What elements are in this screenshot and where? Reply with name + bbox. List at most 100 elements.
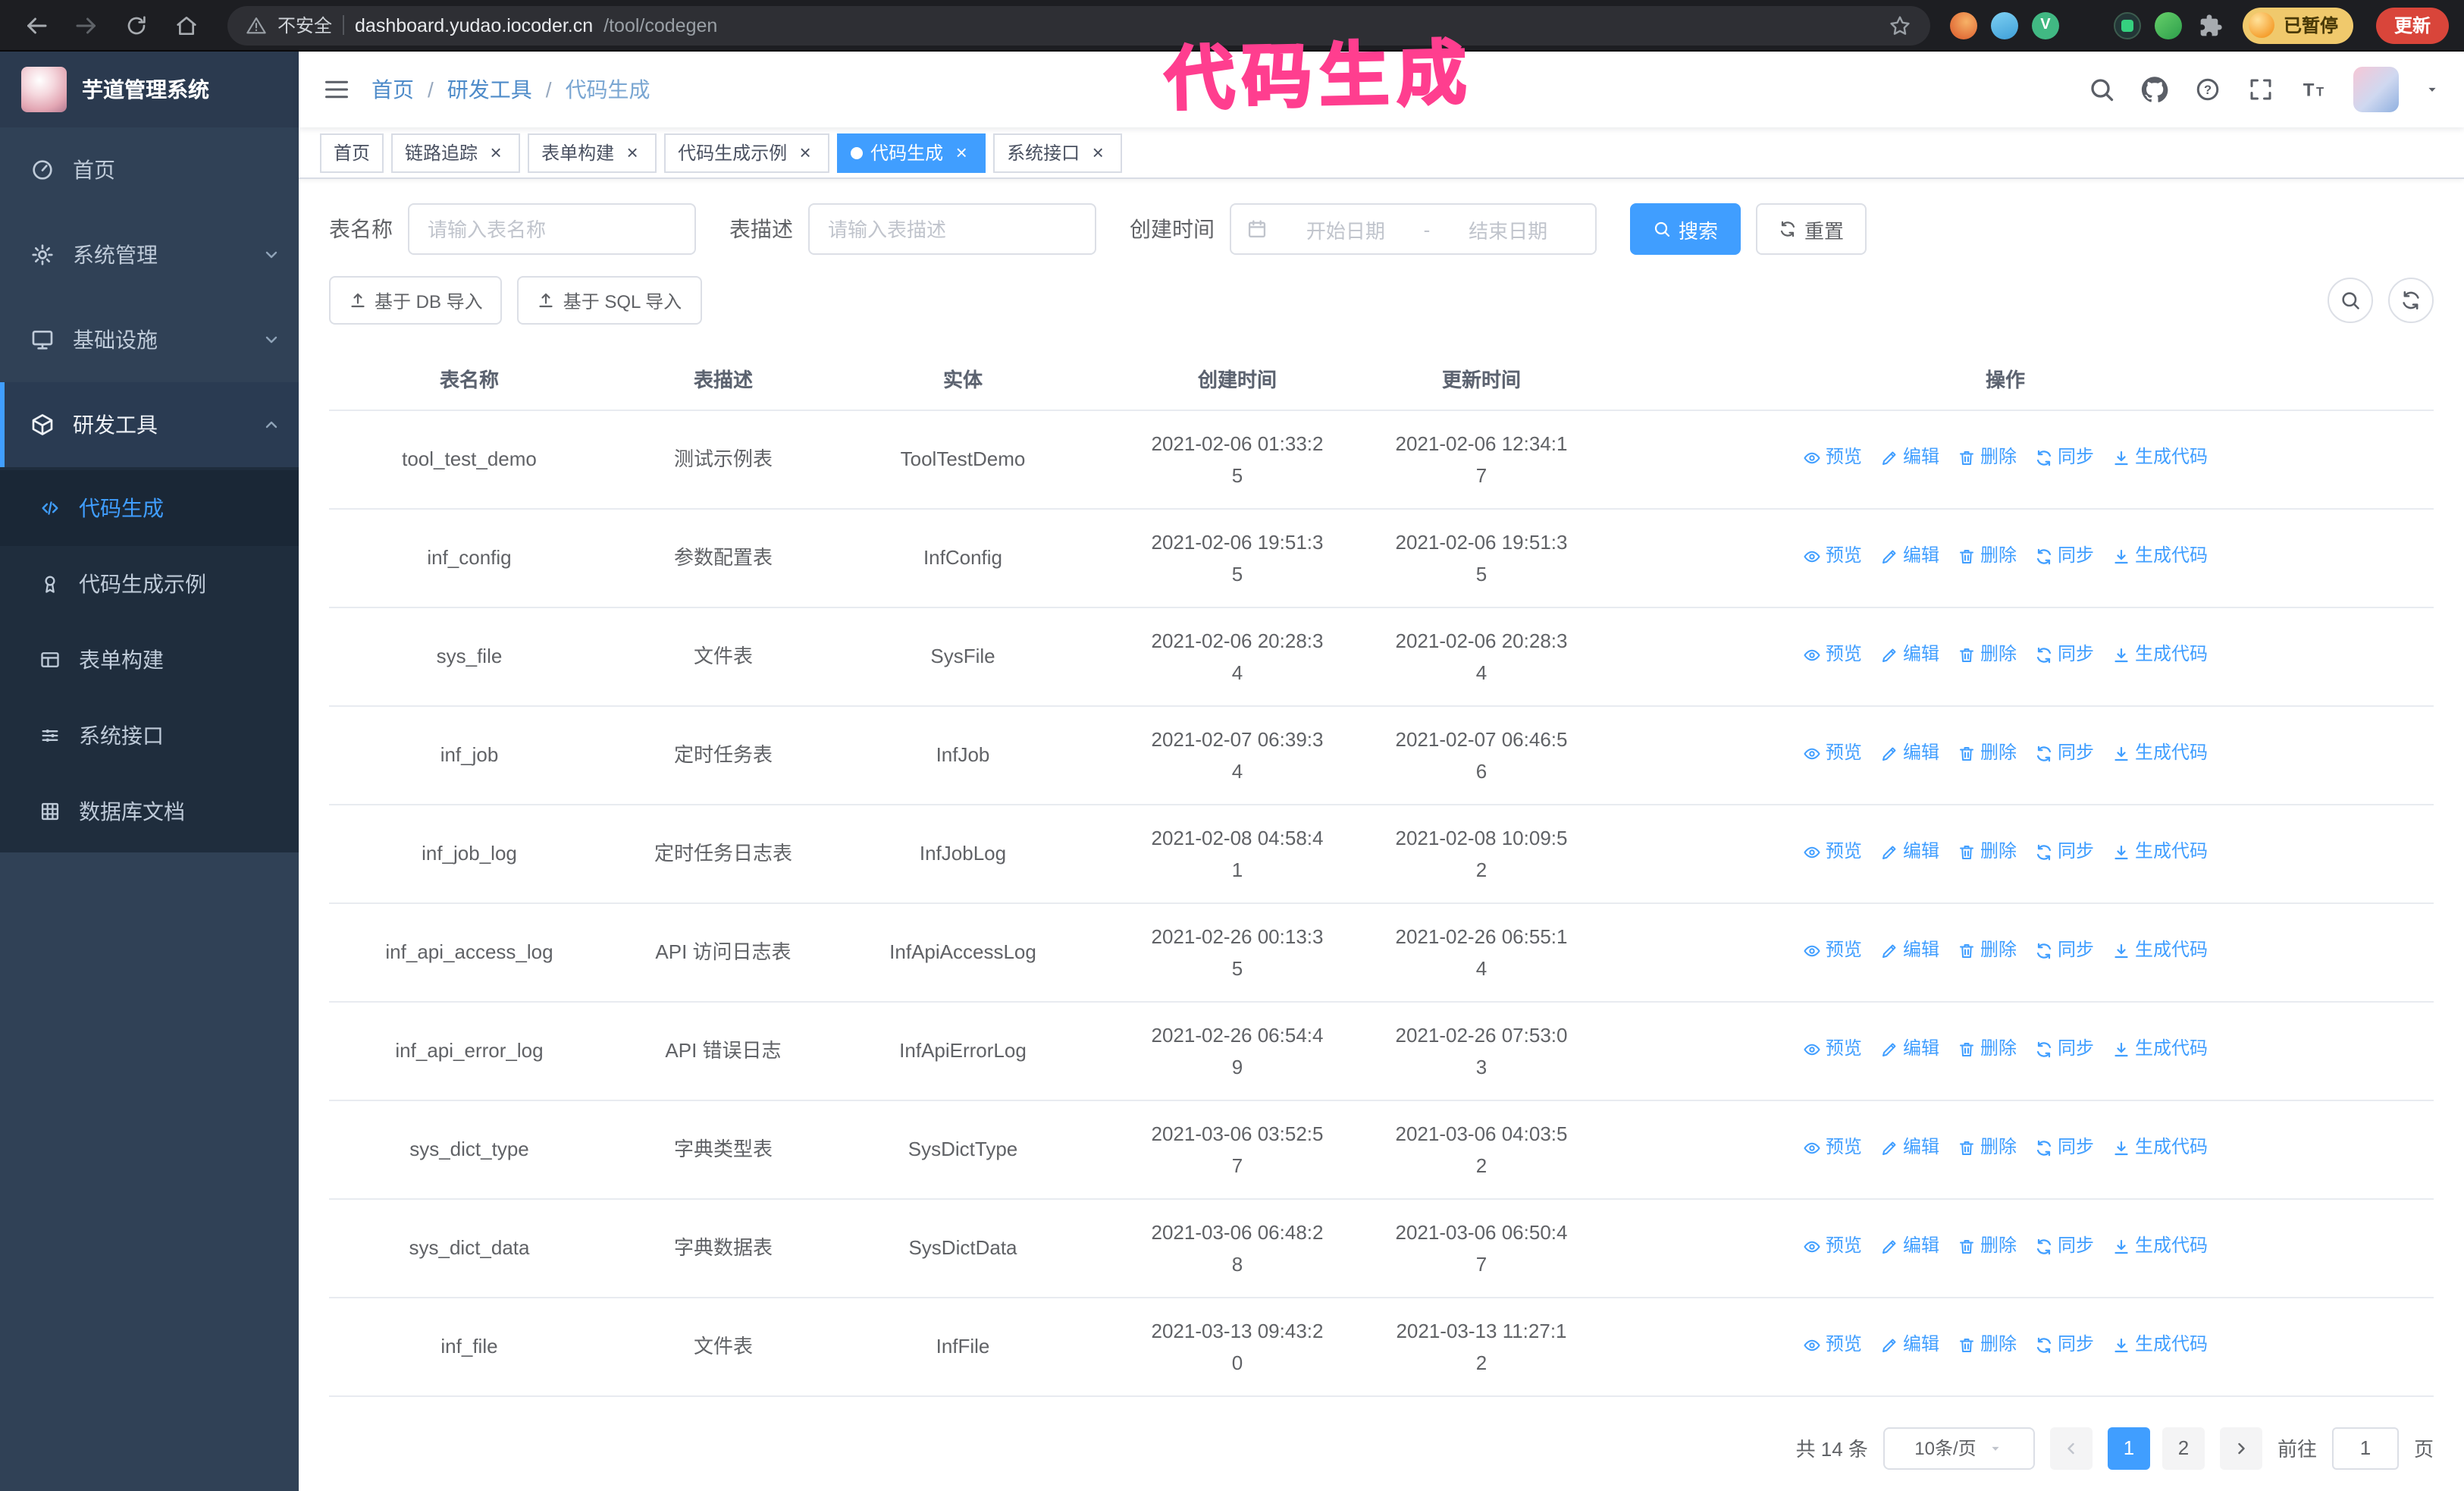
- generate-code-link[interactable]: 生成代码: [2112, 1329, 2208, 1361]
- bookmark-star-icon[interactable]: [1888, 13, 1912, 37]
- user-avatar[interactable]: [2353, 67, 2399, 112]
- sync-link[interactable]: 同步: [2035, 1132, 2094, 1164]
- extension-icon-orange[interactable]: [1949, 11, 1977, 39]
- edit-link[interactable]: 编辑: [1880, 1034, 1939, 1066]
- preview-link[interactable]: 预览: [1803, 935, 1862, 967]
- reset-button[interactable]: 重置: [1756, 203, 1867, 255]
- page-button-1[interactable]: 1: [2107, 1427, 2150, 1469]
- breadcrumb-item-devtools[interactable]: 研发工具: [447, 74, 532, 105]
- extension-icon-grid[interactable]: [2073, 11, 2100, 39]
- preview-link[interactable]: 预览: [1803, 1034, 1862, 1066]
- delete-link[interactable]: 删除: [1958, 1231, 2017, 1263]
- edit-link[interactable]: 编辑: [1880, 639, 1939, 671]
- generate-code-link[interactable]: 生成代码: [2112, 442, 2208, 474]
- edit-link[interactable]: 编辑: [1880, 1132, 1939, 1164]
- delete-link[interactable]: 删除: [1958, 738, 2017, 770]
- header-search-icon[interactable]: [2088, 76, 2115, 103]
- edit-link[interactable]: 编辑: [1880, 1231, 1939, 1263]
- sync-link[interactable]: 同步: [2035, 1329, 2094, 1361]
- edit-link[interactable]: 编辑: [1880, 837, 1939, 868]
- extension-icon-green[interactable]: [2154, 11, 2182, 39]
- generate-code-link[interactable]: 生成代码: [2112, 1034, 2208, 1066]
- font-size-icon[interactable]: [2300, 76, 2328, 103]
- tab-api[interactable]: 系统接口 ×: [993, 133, 1123, 172]
- page-button-2[interactable]: 2: [2161, 1427, 2205, 1469]
- tab-close-icon[interactable]: ×: [795, 142, 816, 163]
- browser-reload-button[interactable]: [115, 4, 158, 46]
- delete-link[interactable]: 删除: [1958, 837, 2017, 868]
- tab-trace[interactable]: 链路追踪 ×: [391, 133, 521, 172]
- tab-form-build[interactable]: 表单构建 ×: [528, 133, 657, 172]
- github-icon[interactable]: [2141, 76, 2168, 103]
- sync-link[interactable]: 同步: [2035, 738, 2094, 770]
- sync-link[interactable]: 同步: [2035, 639, 2094, 671]
- preview-link[interactable]: 预览: [1803, 738, 1862, 770]
- generate-code-link[interactable]: 生成代码: [2112, 935, 2208, 967]
- edit-link[interactable]: 编辑: [1880, 1329, 1939, 1361]
- preview-link[interactable]: 预览: [1803, 1132, 1862, 1164]
- edit-link[interactable]: 编辑: [1880, 442, 1939, 474]
- browser-update-button[interactable]: 更新: [2375, 7, 2449, 43]
- sidebar-item-form-build[interactable]: 表单构建: [0, 622, 299, 698]
- search-button[interactable]: 搜索: [1630, 203, 1741, 255]
- next-page-button[interactable]: [2219, 1427, 2262, 1469]
- browser-home-button[interactable]: [165, 4, 208, 46]
- prev-page-button[interactable]: [2049, 1427, 2093, 1469]
- sidebar-item-infra[interactable]: 基础设施: [0, 297, 299, 382]
- breadcrumb-item-home[interactable]: 首页: [371, 74, 414, 105]
- sync-link[interactable]: 同步: [2035, 541, 2094, 573]
- import-db-button[interactable]: 基于 DB 导入: [329, 276, 503, 325]
- browser-forward-button[interactable]: [65, 4, 108, 46]
- delete-link[interactable]: 删除: [1958, 639, 2017, 671]
- extension-icon-dark[interactable]: [2113, 11, 2141, 39]
- generate-code-link[interactable]: 生成代码: [2112, 837, 2208, 868]
- toggle-search-button[interactable]: [2328, 278, 2373, 323]
- tab-close-icon[interactable]: ×: [1087, 142, 1108, 163]
- sidebar-item-system[interactable]: 系统管理: [0, 212, 299, 297]
- tab-close-icon[interactable]: ×: [622, 142, 643, 163]
- preview-link[interactable]: 预览: [1803, 1231, 1862, 1263]
- edit-link[interactable]: 编辑: [1880, 738, 1939, 770]
- fullscreen-icon[interactable]: [2247, 76, 2274, 103]
- browser-back-button[interactable]: [15, 4, 58, 46]
- generate-code-link[interactable]: 生成代码: [2112, 1231, 2208, 1263]
- edit-link[interactable]: 编辑: [1880, 541, 1939, 573]
- generate-code-link[interactable]: 生成代码: [2112, 1132, 2208, 1164]
- sidebar-toggle-button[interactable]: [323, 76, 350, 103]
- delete-link[interactable]: 删除: [1958, 935, 2017, 967]
- sidebar-item-codegen-example[interactable]: 代码生成示例: [0, 546, 299, 622]
- sidebar-item-api[interactable]: 系统接口: [0, 698, 299, 774]
- extensions-puzzle-icon[interactable]: [2199, 13, 2223, 37]
- delete-link[interactable]: 删除: [1958, 1132, 2017, 1164]
- sync-link[interactable]: 同步: [2035, 935, 2094, 967]
- delete-link[interactable]: 删除: [1958, 541, 2017, 573]
- sidebar-item-home[interactable]: 首页: [0, 127, 299, 212]
- sidebar-item-db-doc[interactable]: 数据库文档: [0, 774, 299, 849]
- generate-code-link[interactable]: 生成代码: [2112, 639, 2208, 671]
- sync-link[interactable]: 同步: [2035, 442, 2094, 474]
- preview-link[interactable]: 预览: [1803, 442, 1862, 474]
- sidebar-item-codegen[interactable]: 代码生成: [0, 470, 299, 546]
- page-size-select[interactable]: 10条/页: [1882, 1427, 2035, 1469]
- tab-close-icon[interactable]: ×: [485, 142, 506, 163]
- edit-link[interactable]: 编辑: [1880, 935, 1939, 967]
- delete-link[interactable]: 删除: [1958, 1034, 2017, 1066]
- delete-link[interactable]: 删除: [1958, 442, 2017, 474]
- tab-codegen-example[interactable]: 代码生成示例 ×: [664, 133, 830, 172]
- import-sql-button[interactable]: 基于 SQL 导入: [517, 276, 702, 325]
- address-bar[interactable]: 不安全 dashboard.yudao.iocoder.cn/tool/code…: [227, 5, 1930, 45]
- extension-icon-blue[interactable]: [1990, 11, 2018, 39]
- generate-code-link[interactable]: 生成代码: [2112, 541, 2208, 573]
- sync-link[interactable]: 同步: [2035, 1034, 2094, 1066]
- preview-link[interactable]: 预览: [1803, 1329, 1862, 1361]
- tab-close-icon[interactable]: ×: [951, 142, 972, 163]
- tab-codegen[interactable]: 代码生成 ×: [837, 133, 986, 172]
- sidebar-item-devtools[interactable]: 研发工具: [0, 382, 299, 467]
- vue-devtools-icon[interactable]: [2031, 11, 2059, 39]
- generate-code-link[interactable]: 生成代码: [2112, 738, 2208, 770]
- sync-link[interactable]: 同步: [2035, 1231, 2094, 1263]
- preview-link[interactable]: 预览: [1803, 639, 1862, 671]
- preview-link[interactable]: 预览: [1803, 541, 1862, 573]
- goto-page-input[interactable]: [2331, 1427, 2399, 1469]
- table-name-input[interactable]: [408, 203, 696, 255]
